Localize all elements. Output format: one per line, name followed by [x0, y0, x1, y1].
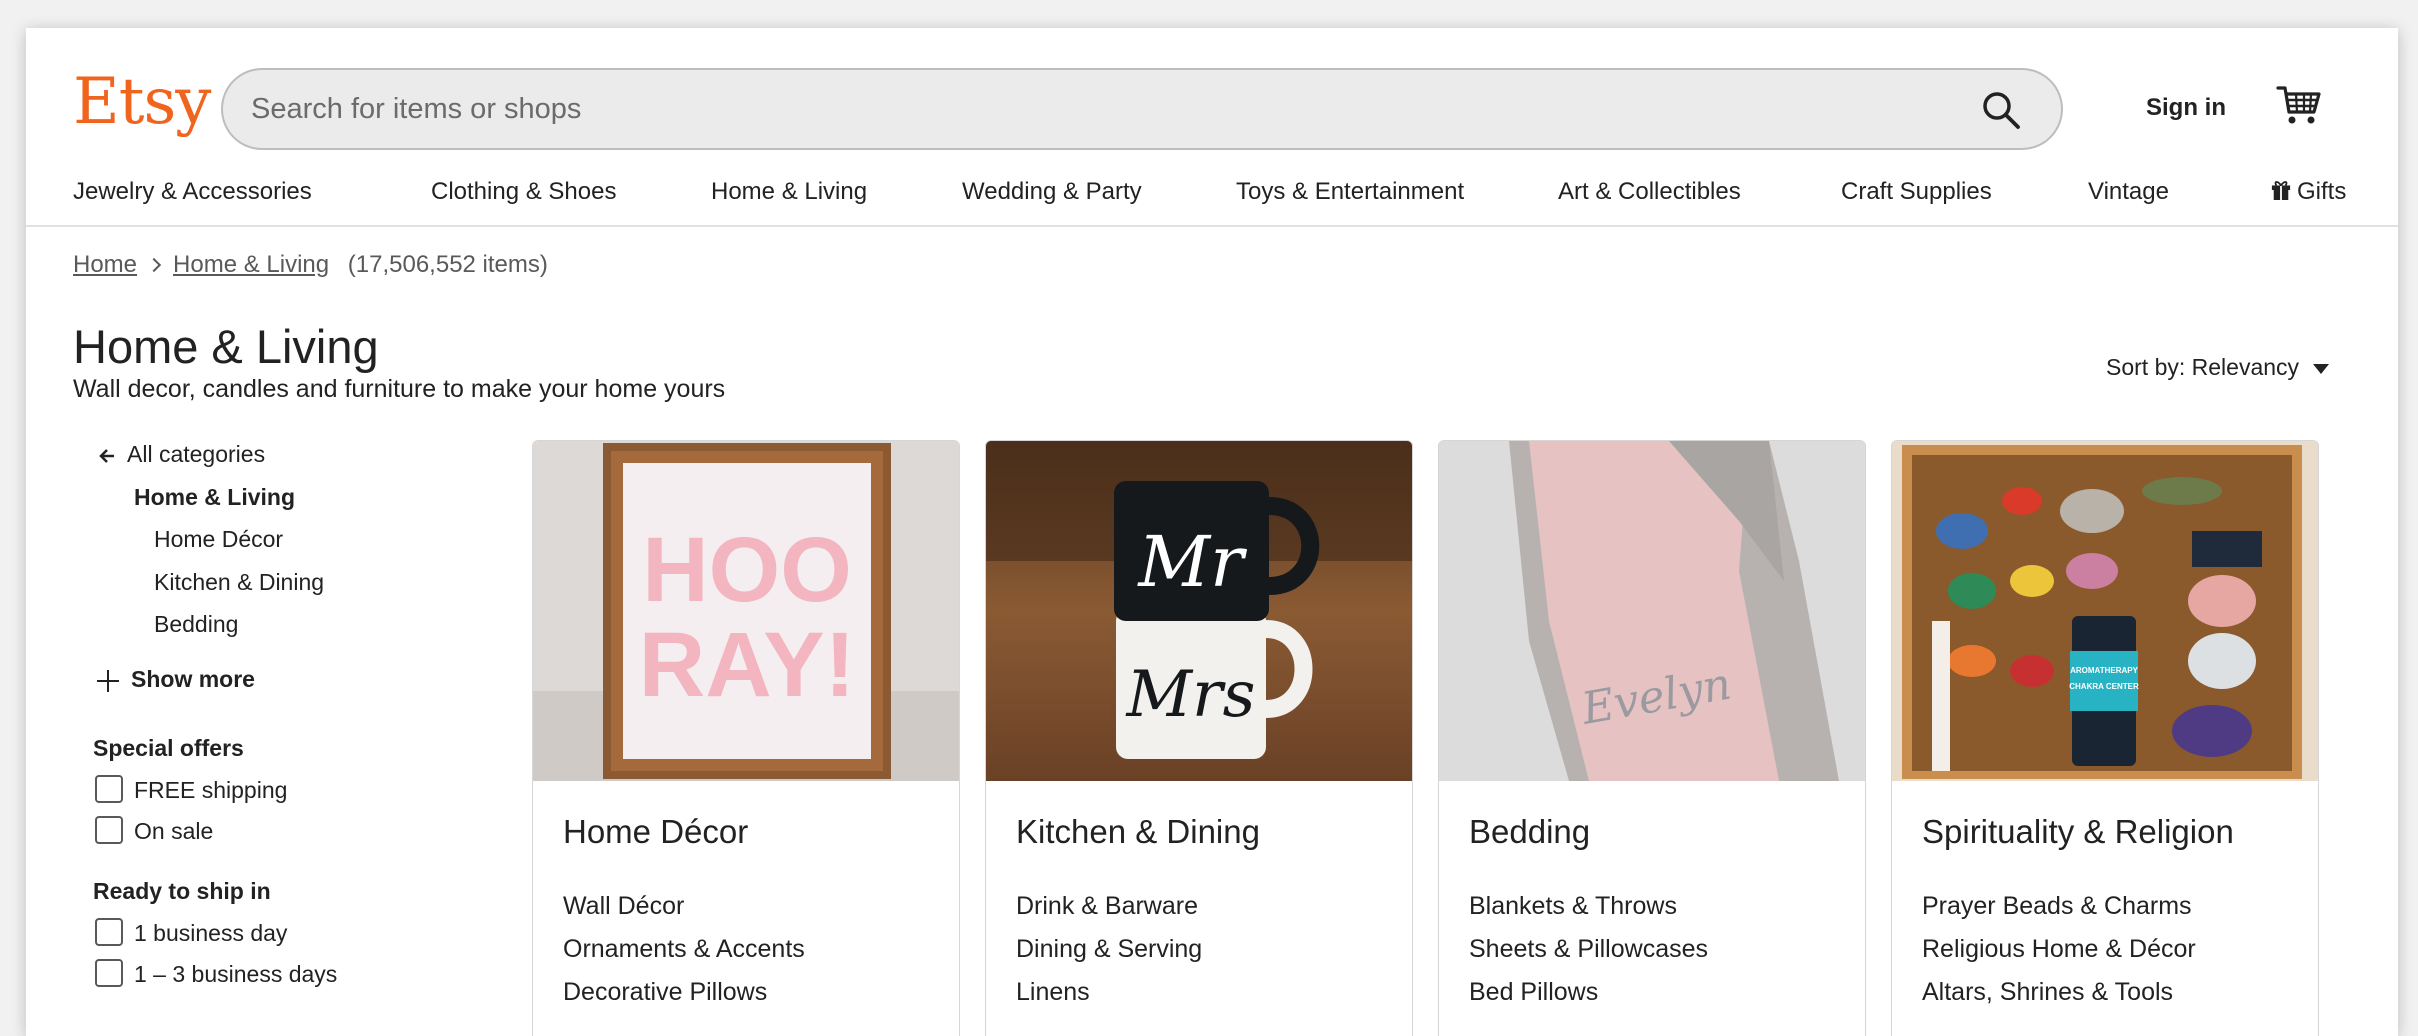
caret-down-icon [2313, 363, 2330, 374]
search-icon[interactable] [1981, 90, 2021, 130]
card-links: Wall Décor Ornaments & Accents Decorativ… [563, 885, 805, 1014]
all-categories-label: All categories [127, 441, 266, 467]
ready-to-ship-heading: Ready to ship in [93, 878, 271, 904]
category-card-kitchen-dining[interactable]: Mr Mrs Kitchen & Dining Drink & Barware … [985, 440, 1413, 1036]
arrow-left-icon [99, 449, 114, 463]
one-business-day-checkbox[interactable] [95, 918, 123, 946]
mug-text-mr: Mr [1136, 521, 1247, 603]
free-shipping-label[interactable]: FREE shipping [134, 777, 287, 804]
card-link-sheets-pillowcases[interactable]: Sheets & Pillowcases [1469, 928, 1708, 971]
breadcrumb: Home Home & Living (17,506,552 items) [73, 251, 548, 279]
card-title: Home Décor [563, 813, 749, 850]
sidebar-item-kitchen-dining[interactable]: Kitchen & Dining [154, 569, 324, 596]
on-sale-label[interactable]: On sale [134, 818, 213, 845]
card-link-blankets-throws[interactable]: Blankets & Throws [1469, 885, 1708, 928]
card-link-bed-pillows[interactable]: Bed Pillows [1469, 971, 1708, 1014]
mug-text-mrs: Mrs [1126, 658, 1256, 732]
card-link-linens[interactable]: Linens [1016, 971, 1202, 1014]
bottle-label-line-2: CHAKRA CENTER [2069, 682, 2139, 691]
category-nav: Jewelry & Accessories Clothing & Shoes H… [73, 178, 2351, 218]
nav-gifts-label: Gifts [2297, 178, 2347, 205]
nav-jewelry-accessories[interactable]: Jewelry & Accessories [73, 178, 312, 206]
gift-icon [2271, 181, 2291, 200]
category-card-home-decor[interactable]: HOO RAY! Home Décor Wall Décor Ornaments… [532, 440, 960, 1036]
item-count: (17,506,552 items) [347, 251, 548, 278]
nav-vintage[interactable]: Vintage [2088, 178, 2169, 206]
card-link-wall-decor[interactable]: Wall Décor [563, 885, 805, 928]
show-more-button[interactable]: Show more [97, 666, 255, 693]
card-link-dining-serving[interactable]: Dining & Serving [1016, 928, 1202, 971]
breadcrumb-home-link[interactable]: Home [73, 251, 137, 278]
card-title: Bedding [1469, 813, 1591, 850]
sign-in-link[interactable]: Sign in [2146, 94, 2226, 122]
search-input[interactable] [251, 70, 1951, 148]
search-bar [221, 68, 2063, 150]
home-decor-image: HOO RAY! [533, 441, 959, 781]
on-sale-checkbox[interactable] [95, 816, 123, 844]
hooray-line-1: HOO [642, 519, 852, 621]
hooray-line-2: RAY! [639, 614, 855, 716]
nav-clothing-shoes[interactable]: Clothing & Shoes [431, 178, 616, 206]
one-three-business-days-checkbox[interactable] [95, 959, 123, 987]
bottle-label-line-1: AROMATHERAPY [2070, 666, 2139, 675]
sidebar-item-home-decor[interactable]: Home Décor [154, 526, 283, 553]
category-card-spirituality-religion[interactable]: AROMATHERAPY CHAKRA CENTER Spirituality … [1891, 440, 2319, 1036]
category-card-bedding[interactable]: Evelyn Bedding Blankets & Throws Sheets … [1438, 440, 1866, 1036]
cart-icon[interactable] [2276, 82, 2322, 128]
card-link-religious-home-decor[interactable]: Religious Home & Décor [1922, 928, 2196, 971]
sort-dropdown[interactable]: Sort by: Relevancy [2106, 354, 2330, 381]
nav-craft-supplies[interactable]: Craft Supplies [1841, 178, 1992, 206]
etsy-logo[interactable]: Etsy [73, 70, 211, 134]
nav-toys-entertainment[interactable]: Toys & Entertainment [1236, 178, 1464, 206]
one-three-business-days-label[interactable]: 1 – 3 business days [134, 961, 337, 988]
nav-art-collectibles[interactable]: Art & Collectibles [1558, 178, 1741, 206]
nav-wedding-party[interactable]: Wedding & Party [962, 178, 1142, 206]
all-categories-link[interactable]: All categories [99, 441, 265, 468]
card-links: Drink & Barware Dining & Serving Linens [1016, 885, 1202, 1014]
one-business-day-label[interactable]: 1 business day [134, 920, 287, 947]
card-link-altars-shrines-tools[interactable]: Altars, Shrines & Tools [1922, 971, 2196, 1014]
sidebar-item-bedding[interactable]: Bedding [154, 611, 238, 638]
breadcrumb-home-living-link[interactable]: Home & Living [173, 251, 329, 278]
card-title: Kitchen & Dining [1016, 813, 1260, 850]
card-link-drink-barware[interactable]: Drink & Barware [1016, 885, 1202, 928]
special-offers-heading: Special offers [93, 735, 244, 761]
card-link-prayer-beads-charms[interactable]: Prayer Beads & Charms [1922, 885, 2196, 928]
kitchen-dining-image: Mr Mrs [986, 441, 1412, 781]
nav-home-living[interactable]: Home & Living [711, 178, 867, 206]
card-title: Spirituality & Religion [1922, 813, 2234, 850]
card-link-ornaments-accents[interactable]: Ornaments & Accents [563, 928, 805, 971]
page-subtitle: Wall decor, candles and furniture to mak… [73, 375, 726, 403]
plus-icon [97, 669, 119, 692]
show-more-label: Show more [131, 666, 255, 692]
free-shipping-checkbox[interactable] [95, 775, 123, 803]
nav-gifts[interactable]: Gifts [2271, 178, 2346, 206]
sidebar-current-category[interactable]: Home & Living [134, 484, 295, 511]
spirituality-religion-image: AROMATHERAPY CHAKRA CENTER [1892, 441, 2318, 781]
card-links: Prayer Beads & Charms Religious Home & D… [1922, 885, 2196, 1014]
sort-label: Sort by: Relevancy [2106, 354, 2300, 380]
card-link-decorative-pillows[interactable]: Decorative Pillows [563, 971, 805, 1014]
card-links: Blankets & Throws Sheets & Pillowcases B… [1469, 885, 1708, 1014]
browser-page: Etsy Sign in Jewelry & Accessories Cloth… [26, 28, 2398, 1036]
chevron-right-icon [146, 257, 162, 273]
bedding-image: Evelyn [1439, 441, 1865, 781]
header-divider [26, 225, 2398, 227]
page-title: Home & Living [73, 320, 379, 373]
